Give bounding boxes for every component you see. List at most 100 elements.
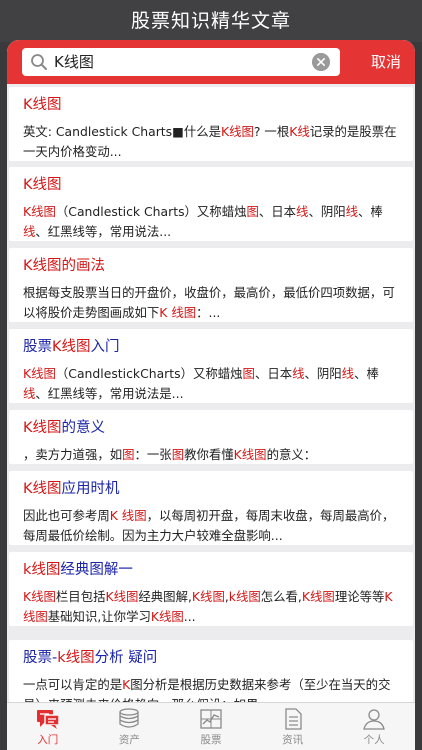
- keyword-highlight: K线图: [23, 481, 62, 497]
- snippet-text: 一点可以肯定的是: [23, 677, 123, 692]
- coin-stack-icon: [119, 708, 140, 728]
- cancel-button[interactable]: 取消: [371, 48, 401, 76]
- result-snippet: K线图（CandlestickCharts）又称蜡烛图、日本线、阴阳线、棒线、红…: [23, 364, 401, 404]
- keyword-highlight: K线图: [150, 609, 184, 624]
- snippet-text: 的意义：: [266, 447, 317, 462]
- snippet-text: ：...: [196, 305, 221, 320]
- clear-icon[interactable]: [312, 53, 330, 71]
- keyword-highlight: 线: [292, 366, 305, 381]
- tab-label: 资产: [118, 734, 140, 746]
- document-icon: [284, 708, 302, 730]
- snippet-text: 教你看懂: [184, 447, 234, 462]
- snippet-text: 英文: Candlestick Charts■什么是: [23, 124, 221, 139]
- snippet-text: ：一张: [134, 447, 172, 462]
- keyword-highlight: 线: [23, 386, 36, 401]
- result-title: K线图: [23, 95, 401, 115]
- result-card[interactable]: 股票-k线图分析 疑问 一点可以肯定的是K图分析是根据历史数据来参考（至少在当天…: [9, 640, 413, 712]
- snippet-text: 、红黑线等，常用说法是...: [35, 386, 184, 401]
- snippet-text: 、棒: [358, 204, 383, 219]
- result-title: K线图的画法: [23, 256, 401, 276]
- result-card[interactable]: K线图 K线图（Candlestick Charts）又称蜡烛图、日本线、阴阳线…: [9, 167, 413, 241]
- keyword-highlight: K线图: [105, 589, 139, 604]
- app-screen: 取消 K线图 英文: Candlestick Charts■什么是K线图? 一根…: [7, 40, 415, 750]
- snippet-text: 理论等等: [334, 589, 385, 604]
- keyword-highlight: K线图的画法: [23, 258, 106, 274]
- snippet-text: 、阴阳: [304, 366, 342, 381]
- snippet-text: 、日本: [254, 366, 293, 381]
- search-bar: 取消: [7, 40, 415, 84]
- search-icon: [31, 54, 47, 70]
- result-title: K线图的意义: [23, 418, 401, 438]
- keyword-highlight: 图: [246, 204, 259, 219]
- result-title: k线图经典图解一: [23, 560, 401, 580]
- keyword-highlight: 图: [242, 366, 255, 381]
- snippet-text: 怎么看,: [260, 589, 302, 604]
- keyword-highlight: K 线图: [109, 508, 147, 523]
- keyword-highlight: K线图: [233, 447, 267, 462]
- result-card[interactable]: K线图应用时机 因此也可参考周K 线图，以每周初开盘，每周末收盘，每周最高价，每…: [9, 471, 413, 545]
- snippet-text: （Candlestick Charts）又称蜡烛: [55, 204, 247, 219]
- tab-label: 资讯: [282, 734, 304, 746]
- snippet-text: 股票: [23, 339, 52, 355]
- keyword-highlight: k线图: [23, 562, 61, 578]
- keyword-highlight: 线: [296, 204, 309, 219]
- snippet-text: 股票-: [23, 650, 58, 666]
- snippet-text: 应用时机: [61, 481, 120, 497]
- result-card[interactable]: K线图 英文: Candlestick Charts■什么是K线图? 一根K线记…: [9, 87, 413, 161]
- search-input[interactable]: [54, 48, 294, 76]
- snippet-text: ? 一根: [253, 124, 290, 139]
- tab-label: 个人: [363, 734, 385, 746]
- snippet-text: 入门: [90, 339, 120, 355]
- keyword-highlight: k线图: [57, 650, 95, 666]
- result-snippet: K线图（Candlestick Charts）又称蜡烛图、日本线、阴阳线、棒线、…: [23, 202, 401, 242]
- result-snippet: 英文: Candlestick Charts■什么是K线图? 一根K线记录的是股…: [23, 122, 401, 162]
- snippet-text: ，卖方力道强，如: [23, 447, 123, 462]
- snippet-text: 经典图解,: [138, 589, 192, 604]
- keyword-highlight: K线图: [23, 177, 62, 193]
- tab-profile[interactable]: 个人: [333, 703, 415, 750]
- tab-assets[interactable]: 资产: [89, 703, 171, 750]
- result-title: K线图: [23, 175, 401, 195]
- keyword-highlight: K线图: [23, 366, 56, 381]
- keyword-highlight: 线: [341, 366, 355, 381]
- result-snippet: K线图栏目包括K线图经典图解,K线图,k线图怎么看,K线图理论等等K线图基础知识…: [23, 587, 401, 627]
- snippet-text: 、阴阳: [308, 204, 346, 219]
- person-icon: [363, 709, 386, 730]
- result-card[interactable]: 股票K线图入门 K线图（CandlestickCharts）又称蜡烛图、日本线、…: [9, 329, 413, 403]
- snippet-text: 的意义: [61, 420, 106, 436]
- keyword-highlight: K线图: [221, 124, 254, 139]
- keyword-highlight: 图: [171, 447, 185, 462]
- result-card[interactable]: K线图的画法 根据每支股票当日的开盘价，收盘价，最高价，最低价四项数据，可以将股…: [9, 248, 413, 322]
- result-title: K线图应用时机: [23, 479, 401, 499]
- snippet-text: 经典图解一: [60, 562, 133, 578]
- chat-bubbles-icon: [36, 710, 60, 729]
- tab-stocks[interactable]: 股票: [170, 703, 252, 750]
- snippet-text: 分析 疑问: [94, 650, 158, 666]
- keyword-highlight: K线图: [191, 589, 225, 604]
- tab-bar: 入门 资产 股票 资讯 个人: [7, 702, 415, 750]
- keyword-highlight: K线图: [23, 204, 56, 219]
- snippet-text: ...: [183, 609, 196, 624]
- snippet-text: （CandlestickCharts）又称蜡烛: [55, 366, 243, 381]
- result-title: 股票K线图入门: [23, 337, 401, 357]
- tab-label: 股票: [200, 734, 222, 746]
- snippet-text: 栏目包括: [55, 589, 106, 604]
- keyword-highlight: K线图: [52, 339, 91, 355]
- result-card[interactable]: k线图经典图解一 K线图栏目包括K线图经典图解,K线图,k线图怎么看,K线图理论…: [9, 552, 413, 626]
- result-card[interactable]: K线图的意义 ，卖方力道强，如图：一张图教你看懂K线图的意义：: [9, 410, 413, 464]
- keyword-highlight: K线图: [23, 589, 56, 604]
- search-box[interactable]: [22, 48, 340, 76]
- keyword-highlight: 线: [23, 224, 36, 239]
- tab-news[interactable]: 资讯: [252, 703, 334, 750]
- tab-label: 入门: [37, 734, 59, 746]
- result-title: 股票-k线图分析 疑问: [23, 648, 401, 668]
- snippet-text: 、棒: [354, 366, 379, 381]
- keyword-highlight: 线: [345, 204, 358, 219]
- snippet-text: 基础知识,让你学习: [47, 609, 151, 624]
- tab-intro[interactable]: 入门: [7, 703, 89, 750]
- result-snippet: 因此也可参考周K 线图，以每周初开盘，每周末收盘，每周最高价，每周最低价绘制。因…: [23, 506, 401, 546]
- app-title: 股票知识精华文章: [0, 0, 422, 42]
- result-snippet: 根据每支股票当日的开盘价，收盘价，最高价，最低价四项数据，可以将股价走势图画成如…: [23, 283, 401, 323]
- snippet-text: 、日本: [258, 204, 297, 219]
- keyword-highlight: 图: [122, 447, 135, 462]
